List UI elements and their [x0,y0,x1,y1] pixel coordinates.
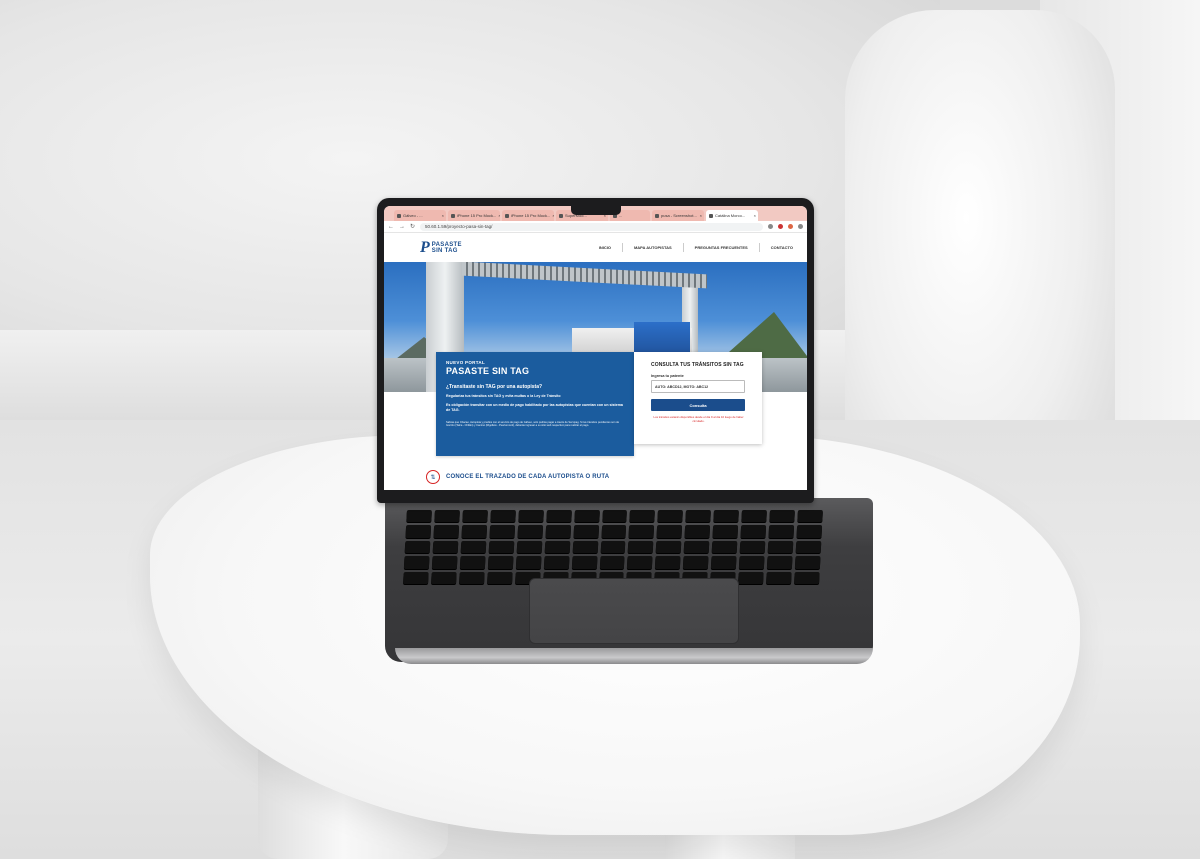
close-tab-icon[interactable]: × [552,213,554,218]
promo-kicker: NUEVO PORTAL [446,360,486,365]
browser-tab[interactable]: Gálveo - ... × [394,210,446,221]
back-icon[interactable]: ← [388,224,394,230]
url-field[interactable]: 50.60.1.59/proyecto-pasa-sin-tag/ [420,222,763,231]
favicon-icon [505,213,509,218]
laptop-base-edge [395,648,873,664]
main-menu: INICIO MAPA AUTOPISTAS PREGUNTAS FRECUEN… [599,243,793,252]
reload-icon[interactable]: ↻ [410,224,415,230]
route-marker-icon: ⇅ [426,470,440,484]
menu-item-inicio[interactable]: INICIO [599,243,611,252]
site-header: P PASASTE SIN TAG INICIO MAPA AUTOPISTAS… [384,233,807,262]
photo-scene: Gálveo - ... × iPhone 15 Pro Mock... × iPh… [0,0,1200,859]
promo-paragraph: Regulariza tus tránsitos sin TAG y evita… [446,394,561,398]
favicon-icon [709,213,713,218]
plate-label: Ingresa tu patente [651,374,684,378]
logo-text-bottom: SIN TAG [431,247,458,254]
promo-footnote: Sabías que Chacao, Autopista y predios c… [446,420,620,428]
close-tab-icon[interactable]: × [498,213,500,218]
laptop-screen: Gálveo - ... × iPhone 15 Pro Mock... × iPh… [384,206,807,490]
extension-icon[interactable] [768,224,773,229]
promo-question: ¿Transitaste sin TAG por una autopista? [446,384,543,390]
site-logo[interactable]: P PASASTE SIN TAG [420,238,462,256]
menu-item-mapa[interactable]: MAPA AUTOPISTAS [634,243,672,252]
close-tab-icon[interactable]: × [700,213,702,218]
logo-p-mark-icon: P [420,238,430,256]
browser-tab[interactable]: iPhone 15 Pro Mock... × [502,210,554,221]
extension-icon[interactable] [788,224,793,229]
extension-icon[interactable] [778,224,783,229]
promo-paragraph: Es obligación transitar con un medio de … [446,402,623,412]
menu-divider [682,243,684,252]
menu-item-contacto[interactable]: CONTACTO [771,243,793,252]
promo-panel: NUEVO PORTAL PASASTE SIN TAG ¿Transitast… [436,352,634,456]
section-title: CONOCE EL TRAZADO DE CADA AUTOPISTA O RU… [446,474,610,480]
toll-gantry [462,262,707,289]
form-note: Los tránsitos estarán disponibles desde … [653,415,744,423]
favicon-icon [451,213,455,218]
close-tab-icon[interactable]: × [442,213,444,218]
favicon-icon [655,213,659,218]
browser-tab[interactable]: iPhone 15 Pro Mock... × [448,210,500,221]
close-tab-icon[interactable]: × [754,213,756,218]
plate-input[interactable]: AUTO: ABCD12, MOTO: ABC12 [651,380,745,393]
menu-item-preguntas[interactable]: PREGUNTAS FRECUENTES [695,243,748,252]
menu-divider [758,243,760,252]
address-bar: ← → ↻ 50.60.1.59/proyecto-pasa-sin-tag/ [384,221,807,233]
browser-tab[interactable]: pusa - Screenshot... × [652,210,704,221]
camera-notch [571,206,621,215]
form-title: CONSULTA TUS TRÁNSITOS SIN TAG [651,362,744,368]
favicon-icon [559,213,563,218]
plate-lookup-form: CONSULTA TUS TRÁNSITOS SIN TAG Ingresa t… [634,352,762,444]
browser-tab-active[interactable]: Catálina Morco... × [706,210,758,221]
promo-title: PASASTE SIN TAG [446,366,530,376]
laptop-trackpad [529,578,739,644]
forward-icon[interactable]: → [399,224,405,230]
route-map-section: ⇅ CONOCE EL TRAZADO DE CADA AUTOPISTA O … [426,470,609,484]
laptop-keyboard [401,508,825,586]
profile-icon[interactable] [798,224,803,229]
consulta-button[interactable]: Consulta [651,399,745,411]
menu-divider [621,243,623,252]
favicon-icon [397,213,401,218]
